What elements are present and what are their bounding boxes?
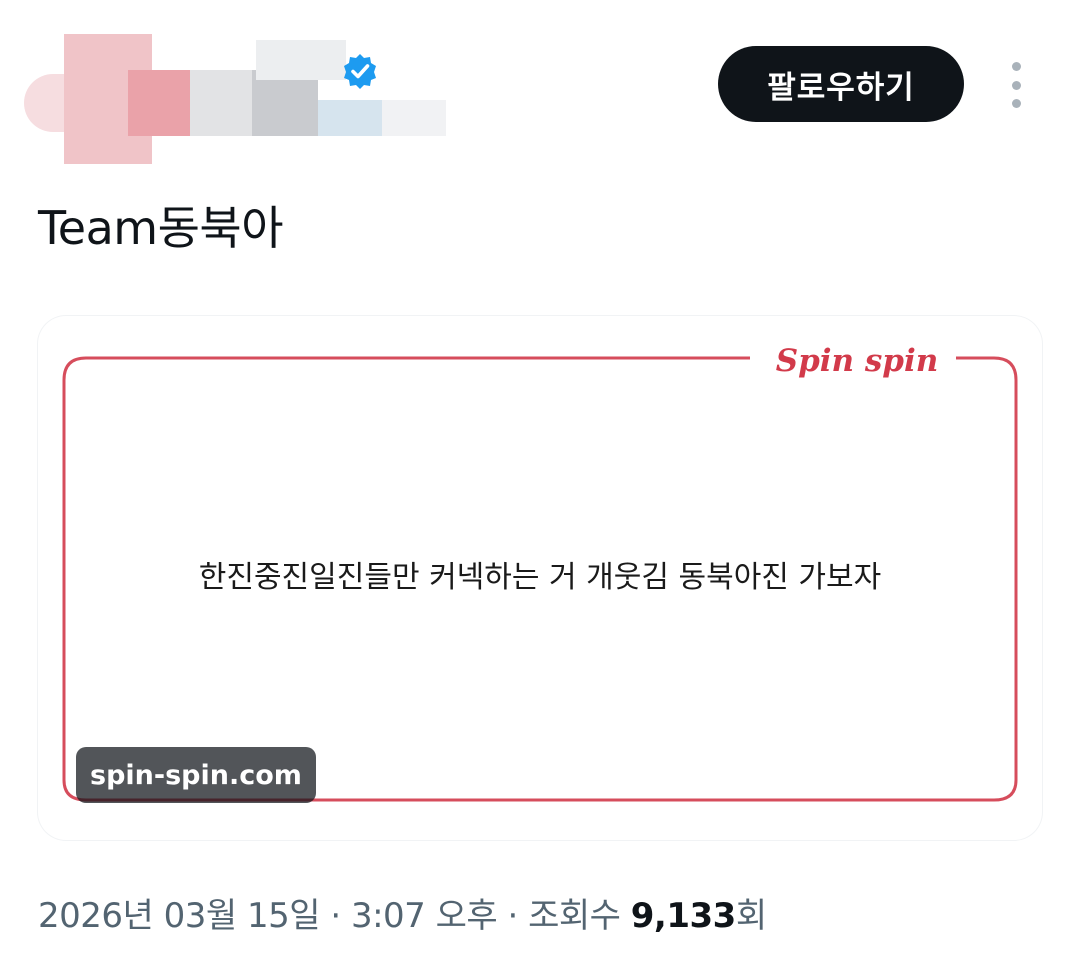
post-date[interactable]: 2026년 03월 15일	[38, 896, 321, 936]
follow-button[interactable]: 팔로우하기	[718, 46, 964, 122]
media-card[interactable]: Spin spin 한진중진일진들만 커넥하는 거 개웃김 동북아진 가보자 s…	[38, 316, 1042, 840]
blurred-author-name[interactable]	[20, 30, 460, 170]
tweet-meta: 2026년 03월 15일 · 3:07 오후 · 조회수 9,133회	[38, 888, 767, 937]
tweet-text: Team동북아	[38, 201, 284, 255]
more-dot	[1011, 62, 1021, 71]
more-vertical-icon[interactable]	[1000, 62, 1032, 108]
post-time[interactable]: 3:07 오후	[351, 896, 498, 936]
verified-badge-icon[interactable]	[341, 52, 379, 90]
views-suffix: 회	[735, 896, 767, 936]
more-dot	[1011, 99, 1021, 108]
views-prefix: 조회수	[528, 896, 631, 936]
link-domain-chip[interactable]: spin-spin.com	[76, 747, 316, 803]
meta-separator: ·	[320, 896, 351, 936]
card-message: 한진중진일진들만 커넥하는 거 개웃김 동북아진 가보자	[198, 560, 882, 595]
views-count[interactable]: 9,133	[631, 896, 737, 936]
tweet-header: 팔로우하기	[0, 0, 1080, 164]
spinspin-logo: Spin spin	[775, 343, 939, 379]
more-dot	[1011, 80, 1021, 90]
meta-separator: ·	[497, 896, 529, 936]
